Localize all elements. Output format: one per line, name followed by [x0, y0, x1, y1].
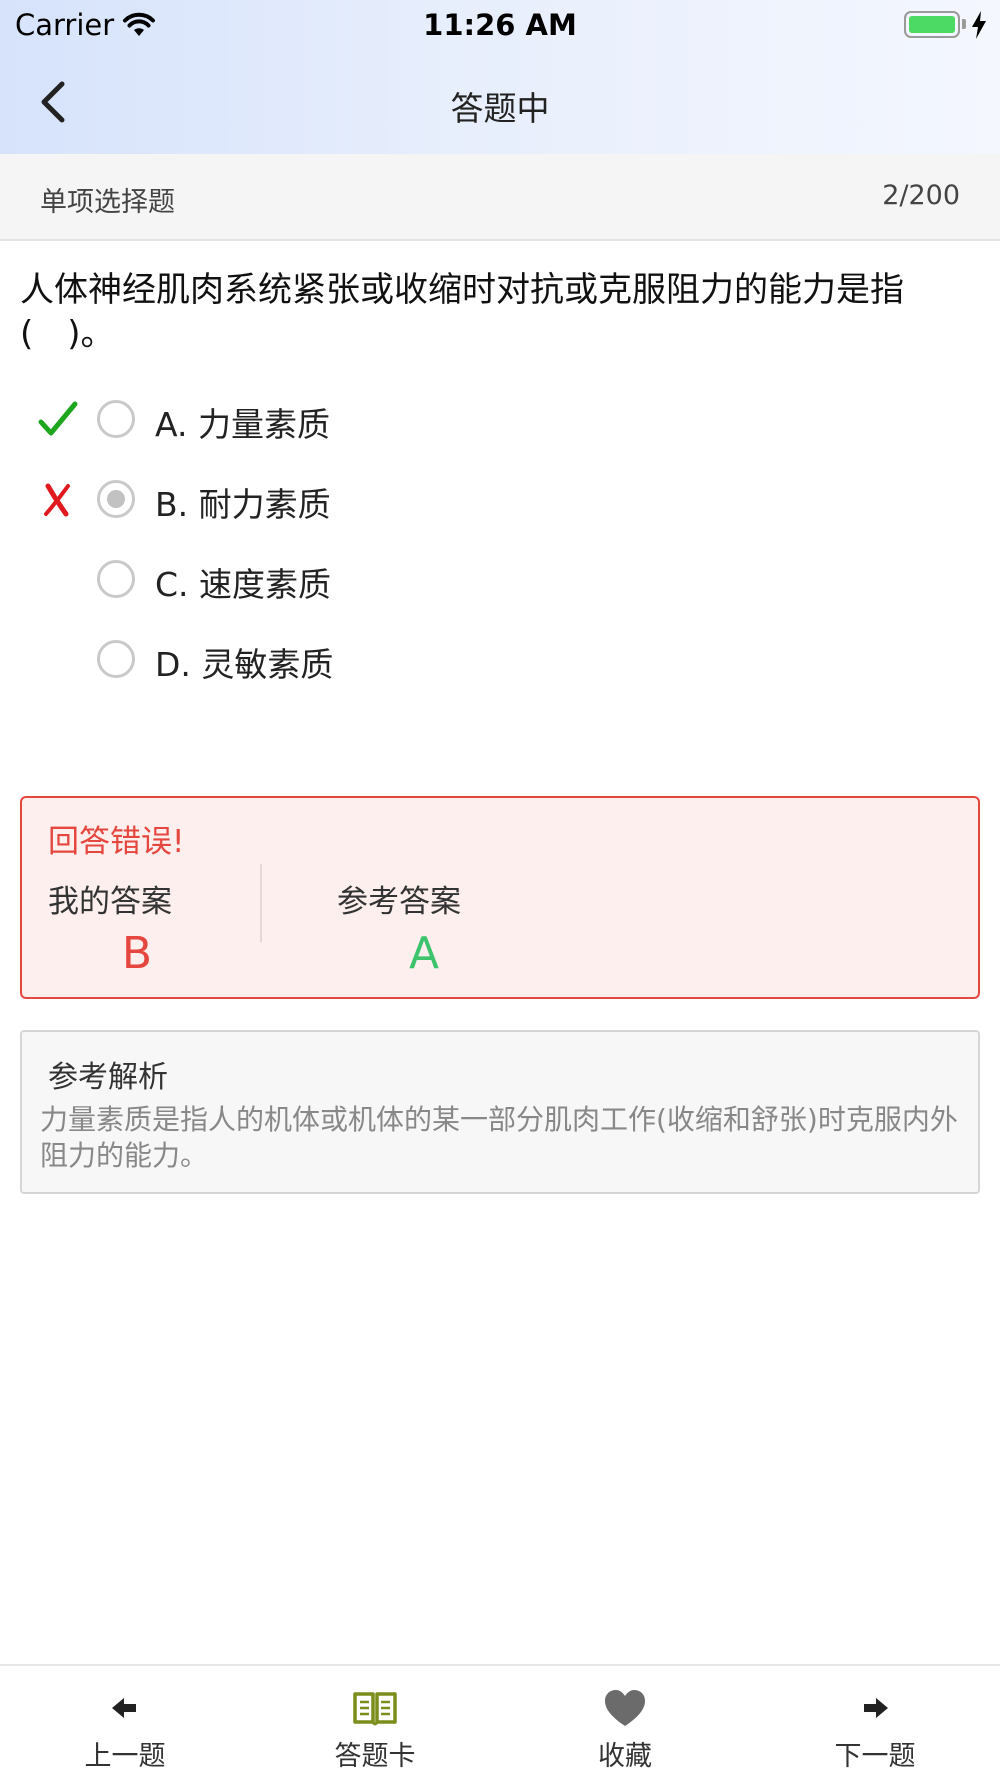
option-label: B. 耐力素质: [155, 485, 331, 524]
option-label: C. 速度素质: [155, 565, 332, 604]
analysis-box: 参考解析 力量素质是指人的机体或机体的某一部分肌肉工作(收缩和舒张)时克服内外阻…: [20, 1030, 980, 1194]
arrow-right-icon: [864, 1698, 888, 1718]
battery-icon: [904, 11, 960, 38]
reference-answer-value: A: [408, 928, 440, 979]
nav-bar: 答题中: [0, 50, 1000, 154]
analysis-text: 力量素质是指人的机体或机体的某一部分肌肉工作(收缩和舒张)时克服内外阻力的能力。: [40, 1103, 958, 1172]
next-question-button[interactable]: 下一题: [750, 1666, 1000, 1778]
charging-bolt-icon: [972, 11, 986, 39]
reference-answer-label: 参考答案: [337, 884, 461, 920]
tab-label: 下一题: [834, 1741, 916, 1772]
check-icon: [38, 401, 78, 436]
battery-tip: [962, 19, 966, 29]
option-c[interactable]: C. 速度素质: [0, 544, 1000, 614]
tab-label: 收藏: [598, 1741, 652, 1772]
radio-button[interactable]: [97, 400, 135, 438]
question-text: 人体神经肌肉系统紧张或收缩时对抗或克服阻力的能力是指( )。: [20, 270, 904, 354]
option-label: A. 力量素质: [155, 405, 330, 444]
tab-label: 上一题: [84, 1741, 166, 1772]
my-answer-label: 我的答案: [48, 884, 172, 920]
radio-button-selected[interactable]: [97, 480, 135, 518]
result-box: 回答错误! 我的答案 参考答案 B A: [20, 796, 980, 999]
heart-icon: [605, 1690, 645, 1726]
previous-question-button[interactable]: 上一题: [0, 1666, 250, 1778]
cross-icon: [44, 483, 70, 517]
option-b[interactable]: B. 耐力素质: [0, 464, 1000, 534]
question-progress: 2/200: [882, 180, 960, 211]
analysis-title: 参考解析: [48, 1060, 168, 1095]
result-title: 回答错误!: [48, 824, 185, 860]
question-header: 单项选择题 2/200: [0, 154, 1000, 241]
radio-button[interactable]: [97, 640, 135, 678]
option-a[interactable]: A. 力量素质: [0, 384, 1000, 454]
favorite-button[interactable]: 收藏: [500, 1666, 750, 1778]
top-bar: Carrier 11:26 AM 答题中: [0, 0, 1000, 154]
arrow-left-icon: [112, 1698, 136, 1718]
answer-card-button[interactable]: 答题卡: [250, 1666, 500, 1778]
option-d[interactable]: D. 灵敏素质: [0, 624, 1000, 694]
divider: [260, 864, 262, 942]
tab-label: 答题卡: [334, 1741, 416, 1772]
my-answer-value: B: [121, 928, 153, 979]
bottom-tab-bar: 上一题 答题卡 收藏 下一题: [0, 1664, 1000, 1778]
radio-button[interactable]: [97, 560, 135, 598]
book-icon: [353, 1692, 397, 1726]
option-label: D. 灵敏素质: [155, 645, 334, 684]
status-bar: Carrier 11:26 AM: [0, 0, 1000, 50]
question-type: 单项选择题: [40, 187, 175, 218]
status-time: 11:26 AM: [423, 8, 577, 42]
page-title: 答题中: [450, 89, 550, 128]
